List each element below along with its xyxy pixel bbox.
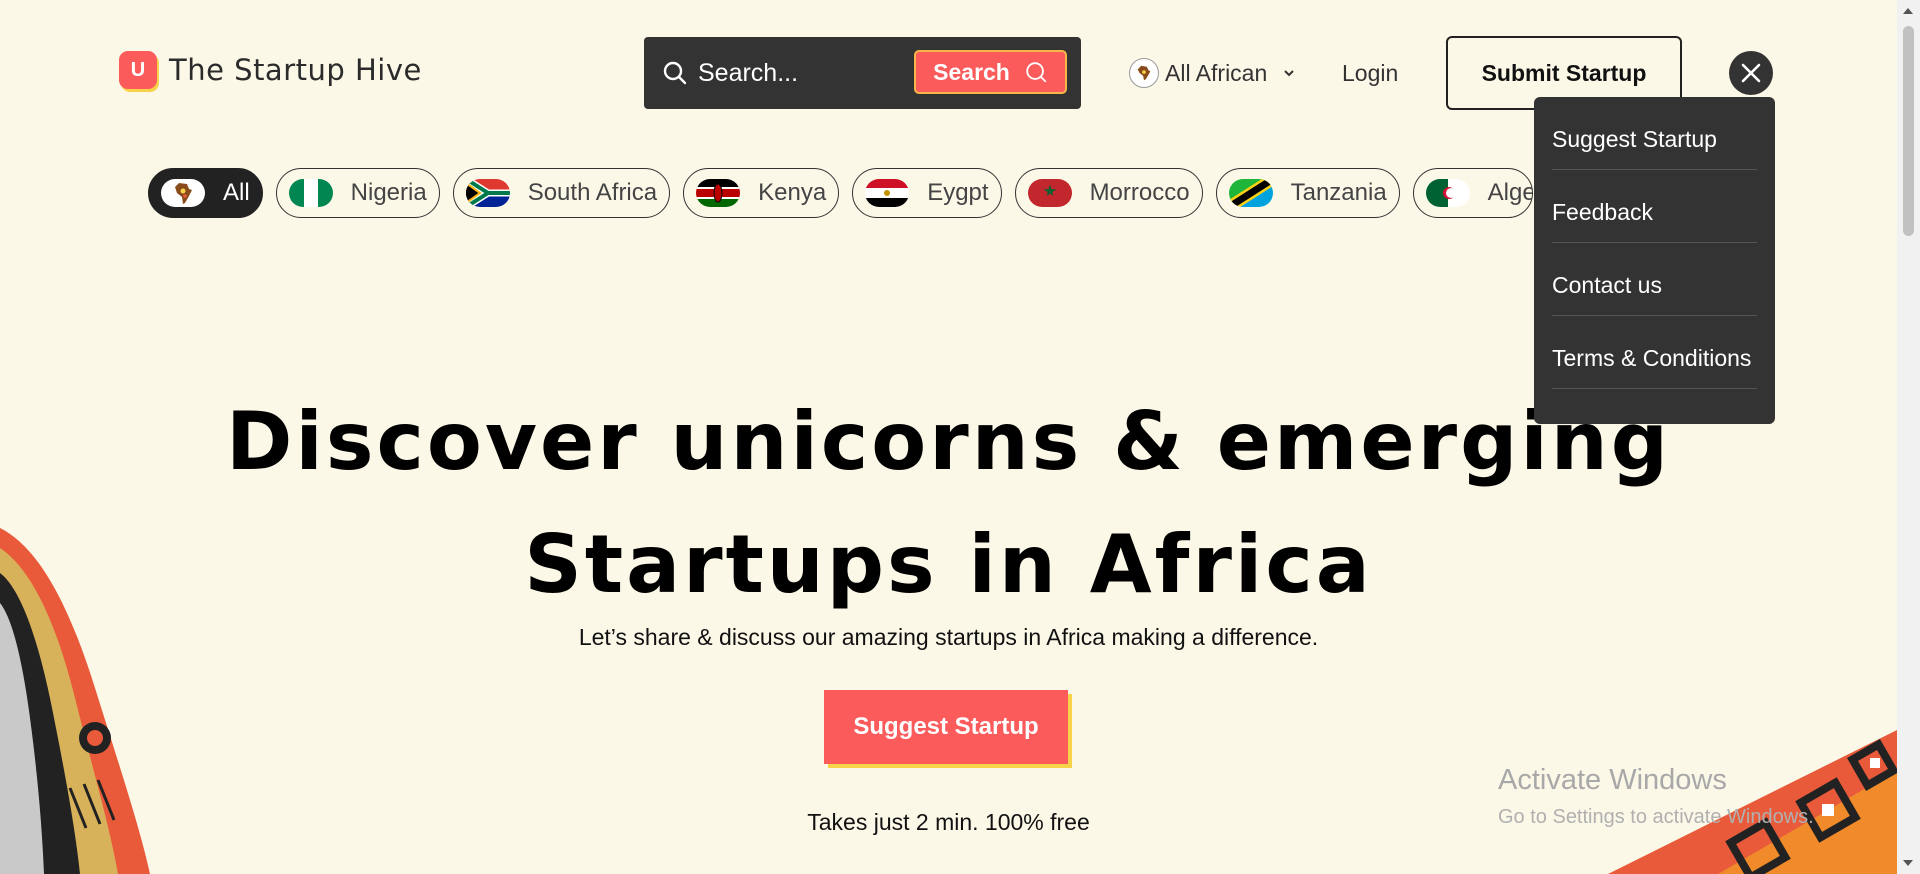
logo-mark-icon: U [119,51,157,89]
hero-title-line2: Startups in Africa [524,518,1373,611]
region-select[interactable]: All African [1129,58,1295,88]
africa-icon [1129,58,1159,88]
search-icon [1026,62,1047,83]
chip-kenya[interactable]: Kenya [683,168,840,218]
egypt-flag-icon [865,179,910,207]
brand-name: The Startup Hive [169,53,422,87]
search-bar: Search [644,37,1081,109]
windows-activation-title: Activate Windows [1498,764,1727,796]
south-africa-flag-icon [465,179,510,207]
hero-subtitle: Let’s share & discuss our amazing startu… [578,624,1319,650]
africa-icon [161,179,205,207]
menu-item-contact-us[interactable]: Contact us [1552,243,1757,316]
nigeria-flag-icon [288,179,333,207]
kenya-flag-icon [696,179,741,207]
menu-item-suggest-startup[interactable]: Suggest Startup [1552,97,1757,170]
suggest-startup-button[interactable]: Suggest Startup [824,690,1068,764]
chip-all[interactable]: All [148,168,263,218]
chip-label: Kenya [758,179,827,206]
morocco-flag-icon [1027,179,1072,207]
tanzania-flag-icon [1228,179,1273,207]
page: U The Startup Hive Search All African Lo… [0,0,1897,874]
chip-label: Alge [1487,179,1533,206]
country-filter: All Nigeria South Africa Kenya Eygpt Mor… [148,168,1533,218]
search-input[interactable] [698,58,898,88]
brand-logo[interactable]: U The Startup Hive [119,51,422,89]
chip-label: Morrocco [1089,179,1190,206]
chip-nigeria[interactable]: Nigeria [275,168,440,218]
chip-morocco[interactable]: Morrocco [1014,168,1203,218]
african-pattern-decoration-right [1608,730,1897,874]
chip-south-africa[interactable]: South Africa [452,168,671,218]
scroll-up-arrow-icon[interactable] [1903,8,1913,14]
algeria-flag-icon [1425,179,1470,207]
menu-item-feedback[interactable]: Feedback [1552,170,1757,243]
chip-label: Nigeria [350,179,427,206]
close-menu-button[interactable] [1729,51,1773,95]
vertical-scrollbar[interactable] [1897,0,1920,874]
menu-item-terms[interactable]: Terms & Conditions [1552,316,1757,389]
scroll-down-arrow-icon[interactable] [1903,860,1913,866]
close-icon [1741,63,1761,83]
chip-label: Tanzania [1290,179,1387,206]
chip-label: All [223,179,250,206]
search-icon [663,61,687,85]
search-button[interactable]: Search [914,50,1067,94]
chip-label: Eygpt [927,179,989,206]
scrollbar-thumb[interactable] [1903,26,1914,236]
chip-label: South Africa [527,179,658,206]
more-menu: Suggest Startup Feedback Contact us Term… [1534,97,1775,424]
chip-tanzania[interactable]: Tanzania [1215,168,1400,218]
windows-activation-subtitle: Go to Settings to activate Windows. [1498,806,1814,828]
login-link[interactable]: Login [1342,60,1398,87]
chip-egypt[interactable]: Eygpt [852,168,1002,218]
region-label: All African [1165,59,1268,86]
chevron-down-icon [1284,70,1294,77]
chip-algeria[interactable]: Alge [1412,168,1533,218]
search-button-label: Search [933,58,1010,85]
